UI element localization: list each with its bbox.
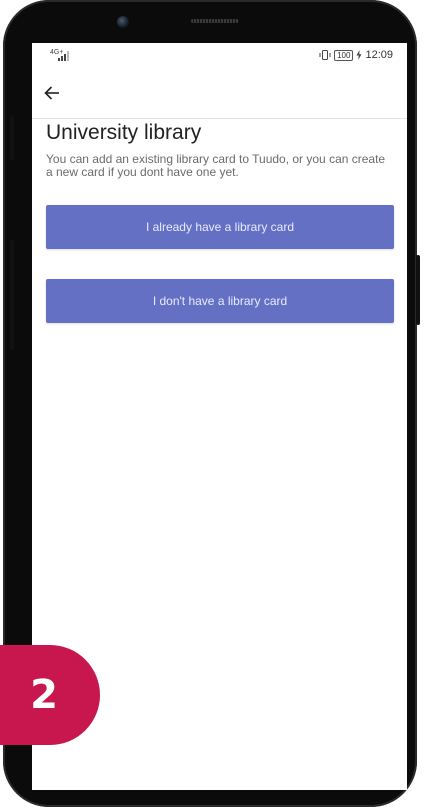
have-library-card-button[interactable]: I already have a library card — [46, 205, 394, 249]
signal-strength-icon — [58, 51, 69, 61]
status-right: 100 12:09 — [319, 49, 393, 61]
vibrate-icon — [319, 50, 331, 60]
front-camera-icon — [117, 16, 129, 28]
back-button[interactable] — [44, 81, 72, 105]
clock: 12:09 — [365, 49, 393, 61]
app-bar-divider — [32, 118, 407, 119]
no-library-card-button[interactable]: I don't have a library card — [46, 279, 394, 323]
battery-level: 100 — [334, 49, 354, 61]
power-button — [416, 255, 420, 325]
side-button — [10, 240, 14, 350]
volume-button — [10, 115, 14, 160]
step-number: 2 — [30, 672, 58, 718]
status-bar: 4G+ 100 12:09 — [32, 43, 407, 67]
canvas: 4G+ 100 12:09 University library You can… — [0, 0, 426, 807]
page-description: You can add an existing library card to … — [46, 152, 386, 179]
page-title: University library — [46, 121, 202, 144]
arrow-left-icon — [44, 86, 59, 100]
charging-icon — [356, 50, 362, 60]
earpiece-speaker — [191, 19, 239, 23]
step-badge: 2 — [0, 645, 100, 745]
